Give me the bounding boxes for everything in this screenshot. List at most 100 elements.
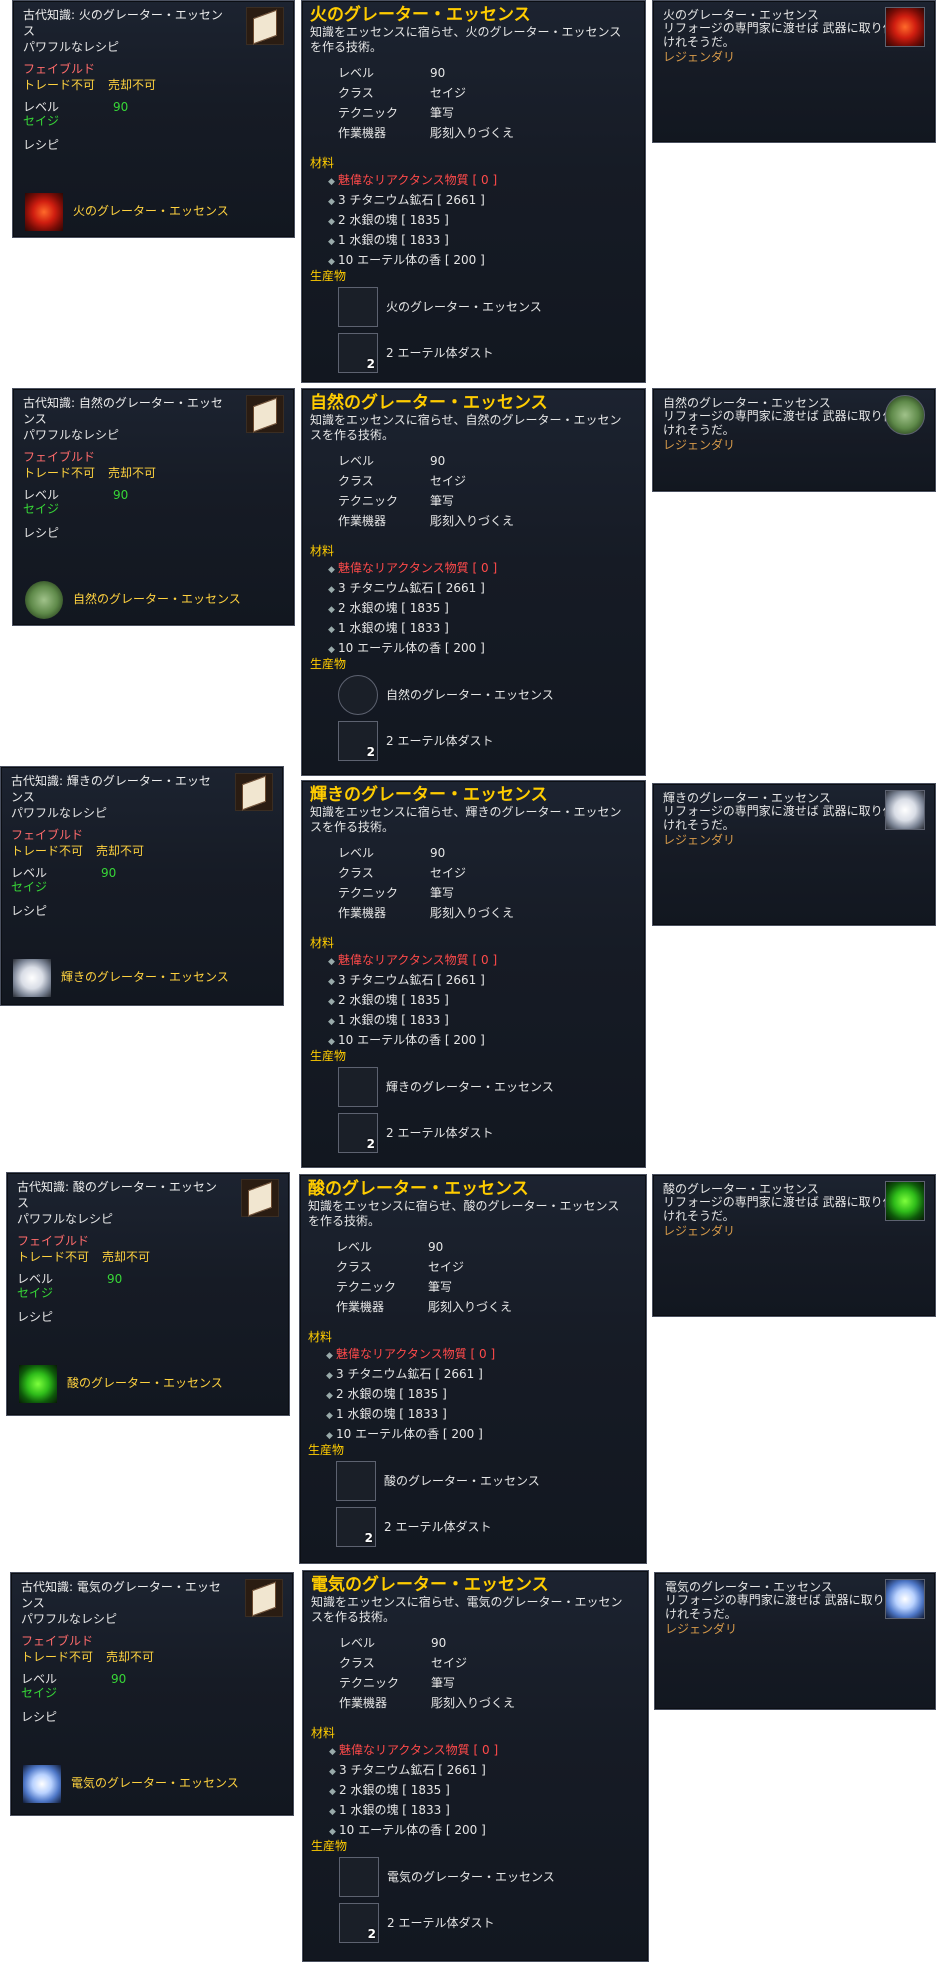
technique-value: 筆写: [430, 106, 455, 120]
rarity-label: レジェンダリ: [663, 438, 736, 452]
recipe-subtitle: パワフルなレシピ: [17, 1212, 114, 1226]
product-name: 2 エーテル体ダスト: [386, 1126, 494, 1140]
class-value: セイジ: [430, 474, 467, 488]
device-label: 作業機器: [339, 1696, 388, 1710]
craft-detail-nature: 自然のグレーター・エッセンス 知識をエッセンスに宿らせ、自然のグレーター・エッセ…: [301, 388, 646, 776]
technique-value: 筆写: [431, 1676, 456, 1690]
recipe-title: 古代知識: 火のグレーター・エッセンス: [23, 8, 223, 38]
recipe-label: レシピ: [23, 526, 60, 540]
ether-dust-icon: 2: [338, 721, 378, 761]
quantity-badge: 2: [366, 357, 375, 371]
material-item: 2 水銀の塊 [ 1835 ]: [336, 1387, 447, 1401]
level-value: 90: [113, 100, 129, 114]
products-label: 生産物: [310, 1049, 347, 1063]
essence-description: リフォージの専門家に渡せば 武器に取り付けれそうだ。: [665, 1593, 897, 1621]
material-item: 10 エーテル体の香 [ 200 ]: [336, 1427, 483, 1441]
rarity-label: レジェンダリ: [663, 1224, 736, 1238]
acid-essence-icon: [336, 1461, 376, 1501]
no-trade-label: トレード不可: [17, 1250, 90, 1264]
material-item: 10 エーテル体の香 [ 200 ]: [338, 1033, 485, 1047]
no-trade-label: トレード不可: [23, 78, 96, 92]
recipe-subtitle: パワフルなレシピ: [23, 428, 120, 442]
detail-description: 知識をエッセンスに宿らせ、火のグレーター・エッセンスを作る技術。: [310, 25, 622, 54]
product-row: 2 2 エーテル体ダスト: [338, 333, 638, 373]
detail-title: 酸のグレーター・エッセンス: [308, 1179, 529, 1199]
craft-detail-electric: 電気のグレーター・エッセンス 知識をエッセンスに宿らせ、電気のグレーター・エッセ…: [302, 1570, 649, 1962]
material-item: 10 エーテル体の香 [ 200 ]: [339, 1823, 486, 1837]
product-name: 電気のグレーター・エッセンス: [71, 1776, 239, 1790]
level-value: 90: [431, 1636, 447, 1650]
level-value: 90: [107, 1272, 123, 1286]
product-name: 電気のグレーター・エッセンス: [387, 1870, 555, 1884]
quantity-badge: 2: [364, 1531, 373, 1545]
level-value: 90: [111, 1672, 127, 1686]
no-sell-label: 売却不可: [108, 78, 157, 92]
level-label: レベル: [338, 846, 375, 860]
detail-description: 知識をエッセンスに宿らせ、電気のグレーター・エッセンスを作る技術。: [311, 1595, 623, 1624]
product-row: 2 2 エーテル体ダスト: [338, 721, 638, 761]
recipe-tooltip-shine: 古代知識: 輝きのグレーター・エッセンス パワフルなレシピ フェイブルド トレー…: [0, 766, 284, 1006]
device-value: 彫刻入りづくえ: [430, 514, 515, 528]
product-name: 自然のグレーター・エッセンス: [386, 688, 554, 702]
quantity-badge: 2: [366, 745, 375, 759]
class-value: セイジ: [430, 86, 467, 100]
bound-label: フェイブルド: [11, 828, 84, 842]
products-label: 生産物: [311, 1839, 348, 1853]
class-label: クラス: [338, 474, 374, 488]
class-value: セイジ: [430, 866, 467, 880]
recipe-subtitle: パワフルなレシピ: [11, 806, 108, 820]
class-value: セイジ: [17, 1286, 54, 1300]
device-value: 彫刻入りづくえ: [431, 1696, 516, 1710]
recipe-tooltip-fire: 古代知識: 火のグレーター・エッセンス パワフルなレシピ フェイブルド トレード…: [12, 0, 295, 238]
essence-tooltip-fire: 火のグレーター・エッセンス リフォージの専門家に渡せば 武器に取り付けれそうだ。…: [652, 0, 936, 143]
products-label: 生産物: [308, 1443, 345, 1457]
class-value: セイジ: [428, 1260, 465, 1274]
recipe-subtitle: パワフルなレシピ: [21, 1612, 118, 1626]
detail-title: 電気のグレーター・エッセンス: [311, 1575, 549, 1595]
materials-label: 材料: [308, 1330, 333, 1344]
material-item: 2 水銀の塊 [ 1835 ]: [338, 601, 449, 615]
recipe-tooltip-electric: 古代知識: 電気のグレーター・エッセンス パワフルなレシピ フェイブルド トレー…: [10, 1572, 294, 1816]
material-item: 3 チタニウム鉱石 [ 2661 ]: [336, 1367, 483, 1381]
product-name: 輝きのグレーター・エッセンス: [386, 1080, 554, 1094]
material-item: 1 水銀の塊 [ 1833 ]: [338, 1013, 449, 1027]
essence-description: リフォージの専門家に渡せば 武器に取り付けれそうだ。: [663, 409, 895, 437]
product-row: 輝きのグレーター・エッセンス: [338, 1067, 638, 1107]
recipe-tooltip-acid: 古代知識: 酸のグレーター・エッセンス パワフルなレシピ フェイブルド トレード…: [6, 1172, 290, 1416]
recipe-tooltip-nature: 古代知識: 自然のグレーター・エッセンス パワフルなレシピ フェイブルド トレー…: [12, 388, 295, 626]
product-name: 2 エーテル体ダスト: [386, 346, 494, 360]
shine-essence-icon: [338, 1067, 378, 1107]
fire-essence-icon: [25, 193, 63, 231]
level-value: 90: [430, 66, 446, 80]
level-value: 90: [428, 1240, 444, 1254]
product-name: 火のグレーター・エッセンス: [386, 300, 542, 314]
product-row: 2 2 エーテル体ダスト: [336, 1507, 636, 1547]
materials-label: 材料: [310, 156, 335, 170]
bound-label: フェイブルド: [23, 62, 96, 76]
no-sell-label: 売却不可: [108, 466, 157, 480]
quantity-badge: 2: [367, 1927, 376, 1941]
level-label: レベル: [338, 66, 375, 80]
product-row: 電気のグレーター・エッセンス: [339, 1857, 639, 1897]
class-label: クラス: [336, 1260, 372, 1274]
product-name: 火のグレーター・エッセンス: [73, 204, 229, 218]
book-icon: [245, 1579, 283, 1617]
book-icon: [235, 773, 273, 811]
materials-label: 材料: [311, 1726, 336, 1740]
materials-label: 材料: [310, 544, 335, 558]
bound-label: フェイブルド: [21, 1634, 94, 1648]
recipe-label: レシピ: [11, 904, 48, 918]
bound-label: フェイブルド: [23, 450, 96, 464]
material-item: 3 チタニウム鉱石 [ 2661 ]: [338, 973, 485, 987]
class-label: クラス: [338, 866, 374, 880]
class-label: クラス: [339, 1656, 375, 1670]
material-item: 魅偉なリアクタンス物質 [ 0 ]: [338, 561, 498, 575]
product-name: 2 エーテル体ダスト: [387, 1916, 495, 1930]
technique-value: 筆写: [428, 1280, 453, 1294]
class-label: クラス: [338, 86, 374, 100]
product-name: 2 エーテル体ダスト: [386, 734, 494, 748]
technique-value: 筆写: [430, 494, 455, 508]
class-value: セイジ: [431, 1656, 468, 1670]
ether-dust-icon: 2: [336, 1507, 376, 1547]
product-name: 自然のグレーター・エッセンス: [73, 592, 241, 606]
